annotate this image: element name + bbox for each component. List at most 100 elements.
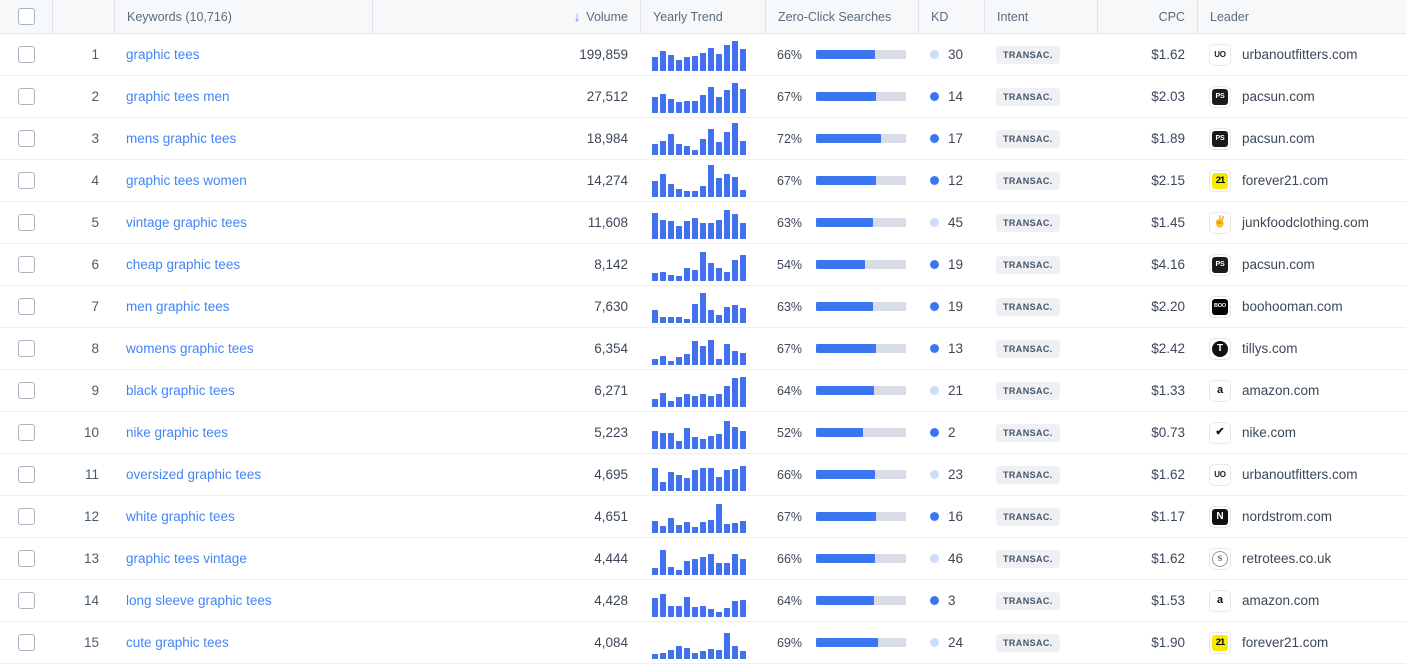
keyword-link[interactable]: mens graphic tees: [126, 131, 236, 146]
keyword-link[interactable]: womens graphic tees: [126, 341, 254, 356]
table-row[interactable]: 9 black graphic tees 6,271 64% 21 TRANSAC. $1.…: [0, 369, 1406, 412]
keyword-link[interactable]: men graphic tees: [126, 299, 230, 314]
table-row[interactable]: 15 cute graphic tees 4,084 69% 24 TRANSAC. $1.…: [0, 621, 1406, 664]
row-checkbox[interactable]: [17, 634, 35, 651]
kd-difficulty-dot-icon: [930, 428, 939, 437]
row-cpc-cell: $2.03: [1097, 75, 1197, 118]
row-checkbox[interactable]: [17, 466, 35, 483]
leader-domain[interactable]: pacsun.com: [1242, 89, 1315, 104]
row-checkbox[interactable]: [17, 256, 35, 273]
leader-domain[interactable]: boohooman.com: [1242, 299, 1343, 314]
leader-domain[interactable]: urbanoutfitters.com: [1242, 467, 1358, 482]
header-cpc-cell[interactable]: CPC: [1097, 0, 1197, 34]
keywords-table: Keywords (10,716) ↓ Volume Yearly Trend …: [0, 0, 1406, 664]
row-checkbox[interactable]: [17, 550, 35, 567]
leader-domain[interactable]: pacsun.com: [1242, 131, 1315, 146]
keyword-link[interactable]: graphic tees men: [126, 89, 230, 104]
header-trend-cell[interactable]: Yearly Trend: [640, 0, 765, 34]
table-row[interactable]: 13 graphic tees vintage 4,444 66% 46 TRANSAC.…: [0, 537, 1406, 580]
table-row[interactable]: 10 nike graphic tees 5,223 52% 2 TRANSAC. $0.7…: [0, 411, 1406, 454]
row-checkbox[interactable]: [17, 214, 35, 231]
leader-domain[interactable]: tillys.com: [1242, 341, 1298, 356]
leader-domain[interactable]: urbanoutfitters.com: [1242, 47, 1358, 62]
row-checkbox[interactable]: [17, 88, 35, 105]
intent-badge[interactable]: TRANSAC.: [996, 339, 1060, 358]
keyword-link[interactable]: graphic tees: [126, 47, 200, 62]
intent-badge[interactable]: TRANSAC.: [996, 297, 1060, 316]
row-checkbox[interactable]: [17, 382, 35, 399]
table-row[interactable]: 3 mens graphic tees 18,984 72% 17 TRANSAC. $1.…: [0, 117, 1406, 160]
table-row[interactable]: 14 long sleeve graphic tees 4,428 64% 3 TRANS…: [0, 579, 1406, 622]
row-checkbox[interactable]: [17, 130, 35, 147]
intent-badge[interactable]: TRANSAC.: [996, 87, 1060, 106]
leader-domain[interactable]: retrotees.co.uk: [1242, 551, 1331, 566]
intent-badge[interactable]: TRANSAC.: [996, 549, 1060, 568]
leader-domain[interactable]: amazon.com: [1242, 383, 1319, 398]
header-kd-cell[interactable]: KD: [918, 0, 984, 34]
row-checkbox[interactable]: [17, 424, 35, 441]
keyword-link[interactable]: oversized graphic tees: [126, 467, 261, 482]
zero-click-bar: [816, 134, 906, 143]
table-row[interactable]: 2 graphic tees men 27,512 67% 14 TRANSAC. $2.0…: [0, 75, 1406, 118]
keyword-link[interactable]: nike graphic tees: [126, 425, 228, 440]
row-checkbox[interactable]: [17, 298, 35, 315]
header-leader-cell[interactable]: Leader: [1197, 0, 1406, 34]
keyword-link[interactable]: graphic tees women: [126, 173, 247, 188]
select-all-checkbox[interactable]: [17, 8, 35, 25]
row-trend-cell: [640, 369, 765, 412]
header-zeroclick-cell[interactable]: Zero-Click Searches: [765, 0, 918, 34]
row-kd-cell: 45: [918, 201, 984, 244]
leader-domain[interactable]: amazon.com: [1242, 593, 1319, 608]
keyword-link[interactable]: black graphic tees: [126, 383, 235, 398]
intent-badge[interactable]: TRANSAC.: [996, 507, 1060, 526]
intent-badge[interactable]: TRANSAC.: [996, 213, 1060, 232]
row-select-cell: [0, 117, 52, 160]
cpc-value: $2.42: [1151, 341, 1185, 356]
keyword-link[interactable]: graphic tees vintage: [126, 551, 247, 566]
intent-badge[interactable]: TRANSAC.: [996, 465, 1060, 484]
leader-domain[interactable]: junkfoodclothing.com: [1242, 215, 1369, 230]
table-row[interactable]: 8 womens graphic tees 6,354 67% 13 TRANSAC. $2…: [0, 327, 1406, 370]
kd-difficulty-dot-icon: [930, 218, 939, 227]
header-intent-cell[interactable]: Intent: [984, 0, 1097, 34]
header-keywords-label: Keywords (10,716): [127, 9, 232, 24]
keyword-link[interactable]: white graphic tees: [126, 509, 235, 524]
intent-badge[interactable]: TRANSAC.: [996, 591, 1060, 610]
header-volume-cell[interactable]: ↓ Volume: [372, 0, 640, 34]
intent-badge[interactable]: TRANSAC.: [996, 45, 1060, 64]
zero-click-bar: [816, 386, 906, 395]
leader-domain[interactable]: pacsun.com: [1242, 257, 1315, 272]
keyword-link[interactable]: cheap graphic tees: [126, 257, 240, 272]
row-checkbox[interactable]: [17, 340, 35, 357]
table-row[interactable]: 7 men graphic tees 7,630 63% 19 TRANSAC. $2.20…: [0, 285, 1406, 328]
row-rank: 6: [91, 257, 99, 272]
table-row[interactable]: 4 graphic tees women 14,274 67% 12 TRANSAC. $2…: [0, 159, 1406, 202]
intent-badge[interactable]: TRANSAC.: [996, 171, 1060, 190]
row-checkbox[interactable]: [17, 592, 35, 609]
table-row[interactable]: 1 graphic tees 199,859 66% 30 TRANSAC. $1.62 UO…: [0, 33, 1406, 76]
row-checkbox[interactable]: [17, 508, 35, 525]
header-keywords-cell[interactable]: Keywords (10,716): [114, 0, 372, 34]
cpc-value: $1.89: [1151, 131, 1185, 146]
intent-badge[interactable]: TRANSAC.: [996, 129, 1060, 148]
table-row[interactable]: 5 vintage graphic tees 11,608 63% 45 TRANSAC.…: [0, 201, 1406, 244]
leader-domain[interactable]: forever21.com: [1242, 635, 1328, 650]
keyword-link[interactable]: long sleeve graphic tees: [126, 593, 272, 608]
zero-click-bar: [816, 470, 906, 479]
row-checkbox[interactable]: [17, 46, 35, 63]
leader-domain[interactable]: nike.com: [1242, 425, 1296, 440]
intent-badge[interactable]: TRANSAC.: [996, 381, 1060, 400]
keyword-link[interactable]: vintage graphic tees: [126, 215, 247, 230]
intent-badge[interactable]: TRANSAC.: [996, 423, 1060, 442]
leader-domain[interactable]: nordstrom.com: [1242, 509, 1332, 524]
intent-badge[interactable]: TRANSAC.: [996, 255, 1060, 274]
table-row[interactable]: 11 oversized graphic tees 4,695 66% 23 TRANSA…: [0, 453, 1406, 496]
row-volume-cell: 5,223: [372, 411, 640, 454]
leader-domain[interactable]: forever21.com: [1242, 173, 1328, 188]
intent-badge[interactable]: TRANSAC.: [996, 633, 1060, 652]
table-row[interactable]: 12 white graphic tees 4,651 67% 16 TRANSAC. $1…: [0, 495, 1406, 538]
table-row[interactable]: 6 cheap graphic tees 8,142 54% 19 TRANSAC. $4.…: [0, 243, 1406, 286]
row-checkbox[interactable]: [17, 172, 35, 189]
row-select-cell: [0, 33, 52, 76]
keyword-link[interactable]: cute graphic tees: [126, 635, 229, 650]
